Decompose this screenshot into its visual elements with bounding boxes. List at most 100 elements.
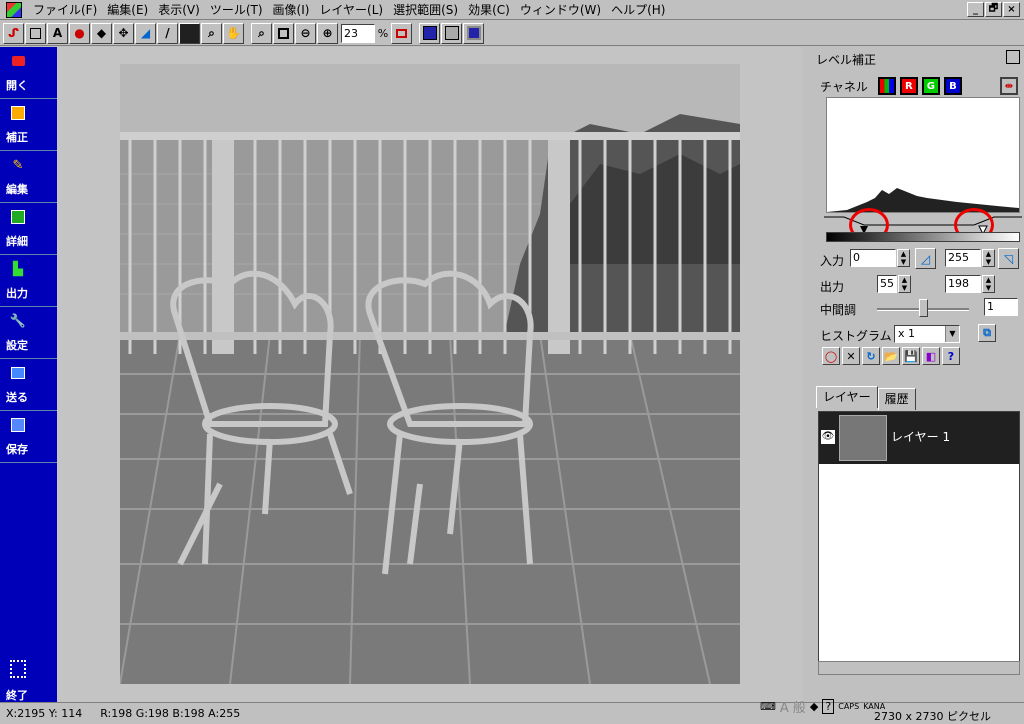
menu-selection[interactable]: 選択範囲(S) xyxy=(388,1,463,18)
pen-icon: ✎ xyxy=(12,157,24,173)
output-low-field[interactable]: 55 xyxy=(877,275,897,293)
help-icon[interactable]: ? xyxy=(942,347,960,365)
brush-tool-icon[interactable]: ◢ xyxy=(135,22,156,44)
status-rgba: R:198 G:198 B:198 A:255 xyxy=(100,707,241,720)
app-icon xyxy=(6,1,22,18)
sidebar-item-send[interactable]: 送る xyxy=(0,359,57,411)
preview-icon[interactable]: ⧉ xyxy=(978,324,996,342)
sidebar-item-edit[interactable]: ✎ 編集 xyxy=(0,151,57,203)
zoom-input[interactable]: 23 xyxy=(341,23,375,43)
hand-tool-icon[interactable]: ✋ xyxy=(223,22,244,44)
left-sidebar: 開く 補正 ✎ 編集 詳細 ▙ 出力 🔧 設定 送る 保存 終了 xyxy=(0,47,57,702)
canvas-area xyxy=(57,47,803,702)
menu-bar: ファイル(F) 編集(E) 表示(V) ツール(T) 画像(I) レイヤー(L)… xyxy=(0,0,1024,20)
panel-close-button[interactable] xyxy=(1006,50,1020,64)
restore-button[interactable]: 🗗 xyxy=(985,2,1002,17)
eyedropper-icon[interactable]: / xyxy=(157,22,178,44)
zoom-in-icon[interactable]: ⊕ xyxy=(317,22,338,44)
reset-icon[interactable]: ↻ xyxy=(862,347,880,365)
layer-name: レイヤー 1 xyxy=(891,430,951,444)
midtone-label: 中間調 xyxy=(820,303,857,317)
channel-r-button[interactable]: R xyxy=(899,77,918,95)
ime-mode[interactable]: A 般 xyxy=(780,697,806,716)
sidebar-item-save[interactable]: 保存 xyxy=(0,411,57,463)
menu-file[interactable]: ファイル(F) xyxy=(28,1,102,18)
window-mode-icon[interactable] xyxy=(441,22,462,44)
fill-screen-icon[interactable] xyxy=(419,22,440,44)
eraser-tool-icon[interactable]: ◆ xyxy=(91,22,112,44)
magnifier-icon[interactable]: ⌕ xyxy=(201,22,222,44)
tab-history[interactable]: 履歴 xyxy=(877,388,916,410)
output-high-spinner[interactable]: ▲ ▼ xyxy=(982,275,995,293)
rect-select-icon[interactable] xyxy=(25,22,46,44)
detail-icon xyxy=(10,209,26,225)
channel-label: チャネル xyxy=(820,79,868,94)
sidebar-item-exit[interactable]: 終了 xyxy=(0,647,57,702)
close-button[interactable]: × xyxy=(1003,2,1020,17)
frame-icon[interactable] xyxy=(391,22,412,44)
caps-indicator: CAPS xyxy=(838,701,860,711)
output-icon: ▙ xyxy=(13,261,23,277)
layer-thumbnail xyxy=(839,415,887,461)
open-file-icon[interactable]: 📂 xyxy=(882,347,900,365)
minimize-button[interactable]: _ xyxy=(967,2,984,17)
horizontal-scrollbar[interactable] xyxy=(818,661,1020,675)
move-tool-icon[interactable]: ✥ xyxy=(113,22,134,44)
gradient-bar xyxy=(826,232,1020,242)
action-row: ◯ ✕ ↻ 📂 💾 ◧ ? xyxy=(822,347,960,365)
lasso-tool-icon[interactable]: ᔑ xyxy=(3,22,24,44)
output-high-field[interactable]: 198 xyxy=(945,275,981,293)
auto-level-icon[interactable]: ⇹ xyxy=(999,77,1018,95)
full-screen-icon[interactable] xyxy=(463,22,484,44)
color-swatch[interactable] xyxy=(179,22,200,44)
menu-layer[interactable]: レイヤー(L) xyxy=(314,1,388,18)
paint-tool-icon[interactable]: ● xyxy=(69,22,90,44)
panel-title: レベル補正 xyxy=(816,53,877,67)
histogram-scale-select[interactable]: x 1 ▼ xyxy=(894,325,960,343)
menu-tools[interactable]: ツール(T) xyxy=(205,1,268,18)
sidebar-item-settings[interactable]: 🔧 設定 xyxy=(0,307,57,359)
sidebar-item-detail[interactable]: 詳細 xyxy=(0,203,57,255)
sidebar-item-open[interactable]: 開く xyxy=(0,47,57,99)
zoom-actual-icon[interactable]: ⌕ xyxy=(251,22,272,44)
layer-tabs: レイヤー 履歴 xyxy=(816,386,916,410)
channel-b-button[interactable]: B xyxy=(943,77,962,95)
compare-icon[interactable]: ◧ xyxy=(922,347,940,365)
photo-image[interactable] xyxy=(119,64,740,685)
camera-icon xyxy=(10,53,26,69)
text-tool-icon[interactable]: A xyxy=(47,22,68,44)
midtone-slider-thumb[interactable] xyxy=(919,299,928,317)
sidebar-item-output[interactable]: ▙ 出力 xyxy=(0,255,57,307)
save-file-icon[interactable]: 💾 xyxy=(902,347,920,365)
photo-drawing xyxy=(119,64,740,685)
input-low-spinner[interactable]: ▲ ▼ xyxy=(897,249,910,267)
sidebar-label: 編集 xyxy=(6,183,28,196)
menu-edit[interactable]: 編集(E) xyxy=(102,1,153,18)
menu-effects[interactable]: 効果(C) xyxy=(463,1,515,18)
input-high-spinner[interactable]: ▲ ▼ xyxy=(982,249,995,267)
channel-g-button[interactable]: G xyxy=(921,77,940,95)
layer-row[interactable]: 👁 レイヤー 1 xyxy=(819,412,1019,464)
sidebar-item-adjust[interactable]: 補正 xyxy=(0,99,57,151)
menu-help[interactable]: ヘルプ(H) xyxy=(606,1,670,18)
ok-icon[interactable]: ◯ xyxy=(822,347,840,365)
midtone-field[interactable]: 1 xyxy=(984,298,1018,316)
chevron-down-icon: ▼ xyxy=(945,326,959,342)
cancel-icon[interactable]: ✕ xyxy=(842,347,860,365)
histogram-plot xyxy=(827,188,1019,212)
menu-window[interactable]: ウィンドウ(W) xyxy=(515,1,606,18)
menu-view[interactable]: 表示(V) xyxy=(153,1,205,18)
zoom-out-icon[interactable]: ⊖ xyxy=(295,22,316,44)
menu-image[interactable]: 画像(I) xyxy=(268,1,315,18)
tab-layers[interactable]: レイヤー xyxy=(816,386,878,408)
help-tray-icon[interactable]: ? xyxy=(822,698,835,714)
black-point-icon[interactable]: ◿ xyxy=(915,248,936,269)
input-low-field[interactable]: 0 xyxy=(850,249,896,267)
white-point-icon[interactable]: ◹ xyxy=(998,248,1019,269)
channel-all-button[interactable] xyxy=(877,77,896,95)
eye-icon[interactable]: 👁 xyxy=(821,430,835,444)
output-low-spinner[interactable]: ▲ ▼ xyxy=(898,275,911,293)
zoom-fit-icon[interactable] xyxy=(273,22,294,44)
histogram xyxy=(826,97,1020,213)
input-high-field[interactable]: 255 xyxy=(945,249,981,267)
